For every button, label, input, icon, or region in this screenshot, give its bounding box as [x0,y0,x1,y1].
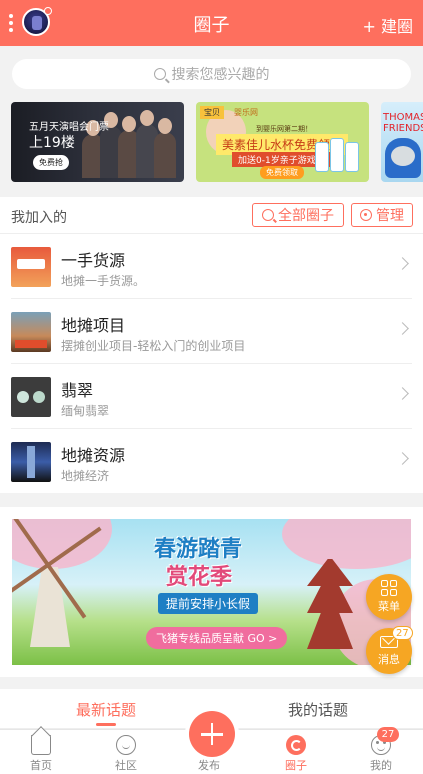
group-name: 地摊资源 [61,446,126,465]
manage-label: 管理 [376,208,404,224]
chevron-right-icon [396,387,409,400]
chevron-right-icon [396,322,409,335]
group-thumbnail [11,312,51,352]
message-count-badge: 27 [392,626,413,640]
group-thumbnail [11,247,51,287]
circle-icon [286,735,306,755]
ad-tagline: 提前安排小长假 [158,593,259,614]
search-icon [262,209,274,221]
pagoda-image [307,559,353,649]
banner-brand2: 婴乐网 [234,108,258,117]
group-name: 翡翠 [61,381,94,400]
list-item[interactable]: 一手货源 地摊一手货源。 [0,234,423,299]
ad-cta-button[interactable]: 飞猪专线品质呈献 GO > [146,627,288,649]
promo-ad-image[interactable]: 春游踏青 赏花季 提前安排小长假 飞猪专线品质呈献 GO > [12,519,411,665]
me-badge: 27 [377,727,399,742]
publish-label: 发布 [198,759,220,772]
search-icon [153,68,166,80]
tab-me-label: 我的 [370,759,392,772]
tab-home[interactable]: 首页 [11,730,71,774]
group-thumbnail [11,377,51,417]
tab-home-label: 首页 [30,759,52,772]
group-description: 地摊一手货源。 [61,274,146,288]
banner-concert-line1: 五月天演唱会门票 [29,122,109,133]
all-groups-label: 全部圈子 [278,208,334,224]
create-group-button[interactable]: + 建圈 [363,13,414,37]
banner-cta[interactable]: 免费领取 [260,166,304,179]
app-root: 圈子 + 建圈 搜索您感兴趣的 五月天演唱会门票 上19楼 免费抢 宝贝 婴乐网 [0,0,423,774]
tab-circle-label: 圈子 [285,759,307,772]
joined-groups-section: 我加入的 全部圈子 管理 一手货源 地摊一手货源。 地摊项目 摆摊创业项目-轻松… [0,197,423,493]
banner-thomas[interactable]: THOMAS & FRIENDS [381,102,423,182]
train-image [385,138,421,178]
banner-concert-button[interactable]: 免费抢 [33,155,69,170]
group-name: 地摊项目 [61,316,126,335]
group-thumbnail [11,442,51,482]
tab-community[interactable]: 社区 [96,730,156,774]
list-item[interactable]: 翡翠 缅甸翡翠 [0,364,423,429]
banner-carousel[interactable]: 五月天演唱会门票 上19楼 免费抢 宝贝 婴乐网 到婴乐网第二期！ 美素佳儿水杯… [0,94,423,192]
tab-my-topics[interactable]: 我的话题 [288,699,348,720]
group-description: 摆摊创业项目-轻松入门的创业项目 [61,339,246,353]
group-description: 地摊经济 [61,469,110,483]
active-tab-indicator [96,723,116,726]
chat-icon [116,735,136,755]
group-name: 一手货源 [61,251,126,270]
banner-concert[interactable]: 五月天演唱会门票 上19楼 免费抢 [11,102,184,182]
joined-groups-title: 我加入的 [11,210,67,226]
floating-message-label: 消息 [378,652,400,666]
joined-groups-header: 我加入的 全部圈子 管理 [0,197,423,234]
search-input[interactable]: 搜索您感兴趣的 [12,59,411,89]
windmill-image [30,567,70,647]
group-description: 缅甸翡翠 [61,404,110,418]
page-title: 圈子 [193,15,230,36]
banner-brand: 宝贝 [200,106,224,119]
list-item[interactable]: 地摊资源 地摊经济 [0,429,423,494]
publish-button[interactable] [189,711,235,757]
chevron-right-icon [396,452,409,465]
grid-icon [381,580,397,596]
list-item[interactable]: 地摊项目 摆摊创业项目-轻松入门的创业项目 [0,299,423,364]
header-bar: 圈子 + 建圈 [0,0,423,46]
cups-image [315,130,359,172]
tab-circle[interactable]: 圈子 [266,730,326,774]
settings-icon [360,209,372,221]
ad-title-line2: 赏花季 [166,565,233,590]
floating-menu-label: 菜单 [378,600,400,613]
banner-cup-giveaway[interactable]: 宝贝 婴乐网 到婴乐网第二期！ 美素佳儿水杯免费领取 加送0-1岁亲子游戏书 免… [196,102,369,182]
banner-sub: 到婴乐网第二期！ [256,125,312,133]
manage-button[interactable]: 管理 [351,203,413,227]
home-icon [31,735,51,755]
search-placeholder: 搜索您感兴趣的 [171,67,270,83]
tab-community-label: 社区 [115,759,137,772]
tab-latest-topics[interactable]: 最新话题 [76,699,136,720]
all-groups-button[interactable]: 全部圈子 [252,203,344,227]
banner-concert-line2: 上19楼 [29,135,75,151]
chevron-right-icon [396,257,409,270]
promo-ad[interactable]: 春游踏青 赏花季 提前安排小长假 飞猪专线品质呈献 GO > [0,507,423,677]
thomas-logo: THOMAS & FRIENDS [383,112,423,134]
floating-menu-button[interactable]: 菜单 [366,574,412,620]
